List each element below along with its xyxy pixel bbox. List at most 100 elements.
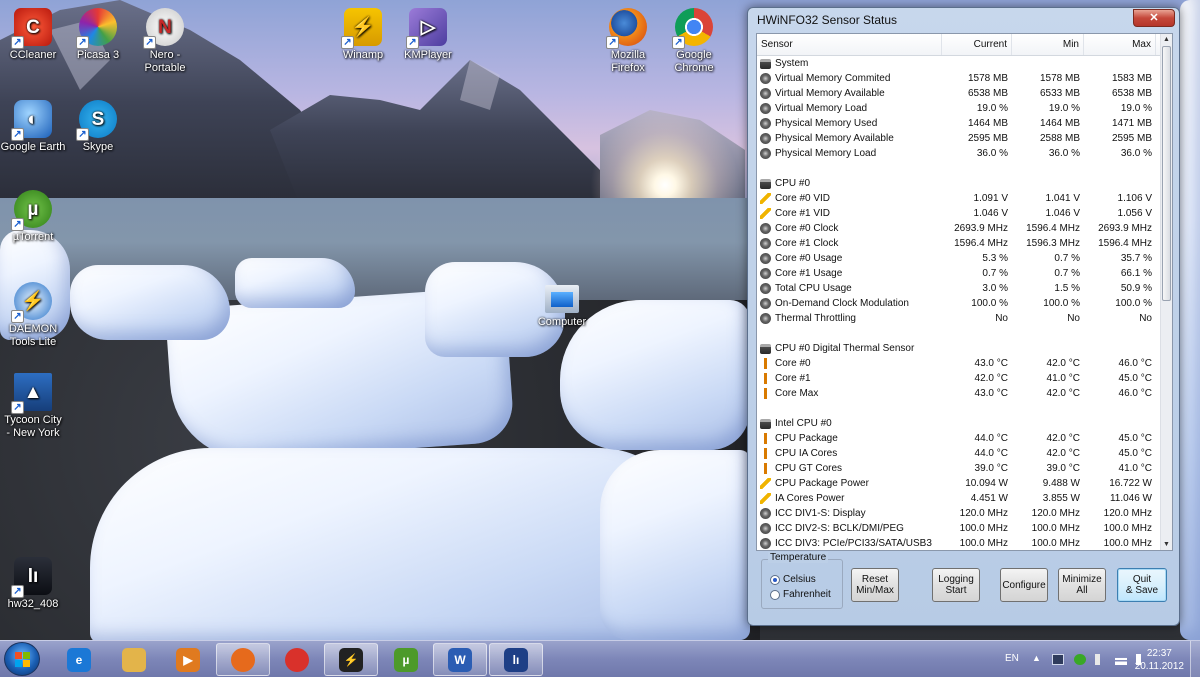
gauge-icon	[760, 538, 771, 549]
taskbar-windows-explorer-button[interactable]	[107, 643, 161, 676]
sensor-current-cell: 43.0 °C	[974, 358, 1008, 369]
desktop-icon-chrome[interactable]: ↗ Google Chrome	[656, 8, 732, 75]
column-header-sensor[interactable]: Sensor	[757, 34, 942, 55]
sensor-name: Total CPU Usage	[775, 283, 852, 294]
ice-block	[600, 450, 750, 640]
sensor-row[interactable]: Core #0 Usage 5.3 % 0.7 % 35.7 %	[757, 251, 1162, 266]
sensor-max-cell: 36.0 %	[1120, 148, 1152, 159]
reset-minmax-button[interactable]: Reset Min/Max	[851, 568, 899, 602]
show-desktop-button[interactable]	[1190, 641, 1200, 677]
taskbar-firefox-button[interactable]	[216, 643, 270, 676]
sensor-row[interactable]: CPU Package Power 10.094 W 9.488 W 16.722 W	[757, 476, 1162, 491]
close-button[interactable]: ✕	[1133, 9, 1175, 27]
sensor-max-cell: 2693.9 MHz	[1098, 223, 1152, 234]
desktop-icon-computer[interactable]: Computer	[524, 285, 600, 329]
gauge-icon	[760, 133, 771, 144]
logging-start-button[interactable]: Logging Start	[932, 568, 980, 602]
sensor-row[interactable]: Virtual Memory Commited 1578 MB 1578 MB 158…	[757, 71, 1162, 86]
desktop-icon-daemon-tools[interactable]: ⚡ ↗ DAEMON Tools Lite	[0, 282, 71, 349]
sensor-row[interactable]: IA Cores Power 4.451 W 3.855 W 11.046 W	[757, 491, 1162, 506]
taskbar-winamp-button[interactable]: ⚡	[324, 643, 378, 676]
clock[interactable]: 22:37 20.11.2012	[1135, 647, 1184, 673]
sensor-row[interactable]: CPU IA Cores 44.0 °C 42.0 °C 45.0 °C	[757, 446, 1162, 461]
language-indicator[interactable]: EN	[1005, 653, 1019, 664]
thermometer-icon	[760, 358, 771, 369]
desktop-icon-utorrent[interactable]: µ ↗ µTorrent	[0, 190, 71, 244]
sensor-row[interactable]: Core #0 Clock 2693.9 MHz 1596.4 MHz 2693.9 …	[757, 221, 1162, 236]
scroll-up-icon[interactable]: ▲	[1161, 34, 1172, 45]
start-button[interactable]	[4, 642, 40, 676]
scrollbar-thumb[interactable]	[1162, 46, 1171, 301]
taskbar-word-button[interactable]: W	[433, 643, 487, 676]
sensor-row[interactable]: Physical Memory Load 36.0 % 36.0 % 36.0 %	[757, 146, 1162, 161]
sensor-row[interactable]: On-Demand Clock Modulation 100.0 % 100.0 %…	[757, 296, 1162, 311]
icon-label: Portable	[144, 62, 186, 74]
sensor-row[interactable]: Virtual Memory Load 19.0 % 19.0 % 19.0 %	[757, 101, 1162, 116]
column-header-min[interactable]: Min	[1012, 34, 1084, 55]
sensor-current-cell: 2595 MB	[967, 133, 1008, 144]
sensor-row[interactable]: Core #1 VID 1.046 V 1.046 V 1.056 V	[757, 206, 1162, 221]
scroll-down-icon[interactable]: ▼	[1161, 539, 1172, 550]
sensor-row[interactable]: Core Max 43.0 °C 42.0 °C 46.0 °C	[757, 386, 1162, 401]
sensor-row[interactable]: Physical Memory Available 2595 MB 2588 MB 2…	[757, 131, 1162, 146]
sensor-name: ICC DIV1-S: Display	[775, 508, 866, 519]
taskbar-chrome-button[interactable]	[270, 643, 324, 676]
sensor-row[interactable]: ICC DIV2-S: BCLK/DMI/PEG 100.0 MHz 100.0 M…	[757, 521, 1162, 536]
network-icon[interactable]	[1115, 654, 1127, 665]
sensor-group-row[interactable]: CPU #0	[757, 176, 1162, 191]
desktop-icon-nero[interactable]: N ↗ Nero - Portable	[127, 8, 203, 75]
sensor-row[interactable]: Total CPU Usage 3.0 % 1.5 % 50.9 %	[757, 281, 1162, 296]
sensor-row[interactable]: Core #1 42.0 °C 41.0 °C 45.0 °C	[757, 371, 1162, 386]
sensor-group-row[interactable]: CPU #0 Digital Thermal Sensor	[757, 341, 1162, 356]
sensor-row[interactable]: Core #0 43.0 °C 42.0 °C 46.0 °C	[757, 356, 1162, 371]
sensor-row[interactable]: Core #1 Usage 0.7 % 0.7 % 66.1 %	[757, 266, 1162, 281]
sensor-row[interactable]: CPU Package 44.0 °C 42.0 °C 45.0 °C	[757, 431, 1162, 446]
radio-unselected-icon[interactable]	[770, 589, 780, 600]
show-hidden-icons-icon[interactable]: ▲	[1032, 653, 1044, 664]
desktop-icon-picasa[interactable]: ↗ Picasa 3	[60, 8, 136, 62]
icon-label: DAEMON	[8, 323, 58, 335]
sensor-name: Core #0	[775, 358, 811, 369]
quit-save-button[interactable]: Quit & Save	[1117, 568, 1167, 602]
sensor-min-cell: No	[1067, 313, 1080, 324]
taskbar-utorrent-button[interactable]: µ	[379, 643, 433, 676]
sensor-row[interactable]: ICC DIV3: PCIe/PCI33/SATA/USB3 100.0 MHz 1…	[757, 536, 1162, 550]
action-center-icon[interactable]	[1095, 654, 1107, 665]
sensor-row[interactable]: Core #0 VID 1.091 V 1.041 V 1.106 V	[757, 191, 1162, 206]
ice-block	[235, 258, 355, 308]
sensor-group-row[interactable]: Intel CPU #0	[757, 416, 1162, 431]
sensor-current-cell: 1596.4 MHz	[954, 238, 1008, 249]
taskbar-media-player-button[interactable]: ▶	[161, 643, 215, 676]
celsius-label: Celsius	[783, 574, 816, 585]
column-header-current[interactable]: Current	[942, 34, 1012, 55]
sensor-name: Core #1 Clock	[775, 238, 839, 249]
sensor-name: Physical Memory Available	[775, 133, 894, 144]
taskbar-internet-explorer-button[interactable]: e	[52, 643, 106, 676]
fahrenheit-radio[interactable]: Fahrenheit	[770, 589, 831, 600]
desktop-icon-firefox[interactable]: ↗ Mozilla Firefox	[590, 8, 666, 75]
sensor-row[interactable]: Virtual Memory Available 6538 MB 6533 MB 65…	[757, 86, 1162, 101]
sensor-current-cell: No	[995, 313, 1008, 324]
sensor-row[interactable]: Thermal Throttling No No No	[757, 311, 1162, 326]
utorrent-tray-icon[interactable]	[1074, 654, 1086, 665]
hwinfo-tray-icon[interactable]	[1052, 654, 1064, 665]
desktop-icon-kmplayer[interactable]: ▷ ↗ KMPlayer	[390, 8, 466, 62]
sensor-row[interactable]: ICC DIV1-S: Display 120.0 MHz 120.0 MHz 120…	[757, 506, 1162, 521]
celsius-radio[interactable]: Celsius	[770, 574, 816, 585]
radio-selected-icon[interactable]	[770, 574, 780, 585]
desktop-icon-hwinfo[interactable]: lı ↗ hw32_408	[0, 557, 71, 611]
sensor-row[interactable]: Physical Memory Used 1464 MB 1464 MB 1471 M…	[757, 116, 1162, 131]
firefox-icon: ↗	[606, 8, 647, 49]
configure-button[interactable]: Configure	[1000, 568, 1048, 602]
column-header-max[interactable]: Max	[1084, 34, 1156, 55]
desktop-icon-tycoon-city[interactable]: ▲ ↗ Tycoon City - New York	[0, 373, 71, 440]
sensor-row[interactable]: CPU GT Cores 39.0 °C 39.0 °C 41.0 °C	[757, 461, 1162, 476]
sensor-current-cell: 44.0 °C	[974, 433, 1008, 444]
desktop-icon-skype[interactable]: S ↗ Skype	[60, 100, 136, 154]
vertical-scrollbar[interactable]: ▲ ▼	[1160, 34, 1172, 550]
taskbar-hwinfo-button[interactable]: lı	[489, 643, 543, 676]
sensor-group-row[interactable]: System	[757, 56, 1162, 71]
sensor-min-cell: 42.0 °C	[1046, 448, 1080, 459]
sensor-row[interactable]: Core #1 Clock 1596.4 MHz 1596.3 MHz 1596.4 …	[757, 236, 1162, 251]
minimize-all-button[interactable]: Minimize All	[1058, 568, 1106, 602]
